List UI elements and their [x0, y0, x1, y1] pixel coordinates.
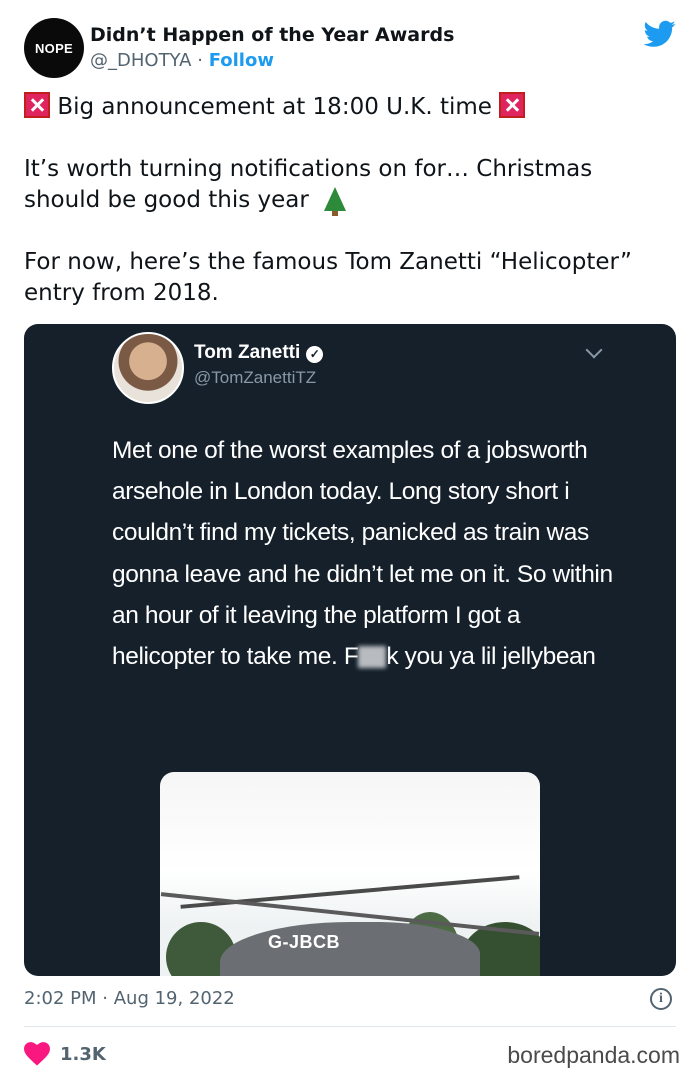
- embedded-handle: @TomZanettiTZ: [194, 368, 317, 387]
- watermark: boredpanda.com: [507, 1042, 680, 1068]
- embedded-avatar: [112, 332, 184, 404]
- embedded-text-after: k you ya lil jellybean: [386, 643, 596, 671]
- christmas-tree-icon: [324, 187, 347, 216]
- notifications-text: It’s worth turning notifications on for……: [24, 156, 593, 213]
- embedded-display-name: Tom Zanetti ✓: [194, 342, 324, 364]
- verified-badge-icon: ✓: [306, 346, 324, 363]
- tweet-date: Aug 19, 2022: [113, 988, 235, 1009]
- twitter-bird-icon[interactable]: [644, 20, 676, 48]
- tweet-line-announcement: Big announcement at 18:00 U.K. time: [24, 92, 674, 123]
- like-button[interactable]: 1.3K: [24, 1040, 106, 1068]
- siren-icon: [24, 92, 50, 118]
- censor-blur: [358, 646, 387, 669]
- account-handle[interactable]: @_DHOTYA: [90, 50, 191, 71]
- separator-dot: ·: [102, 988, 108, 1009]
- tweet-header: NOPE Didn’t Happen of the Year Awards @_…: [24, 18, 684, 80]
- tweet-body: Big announcement at 18:00 U.K. time It’s…: [24, 92, 674, 309]
- account-avatar[interactable]: NOPE: [24, 18, 84, 78]
- embedded-text-before: Met one of the worst examples of a jobsw…: [112, 437, 613, 671]
- siren-icon: [499, 92, 526, 118]
- like-count: 1.3K: [60, 1043, 106, 1065]
- info-icon[interactable]: i: [650, 988, 672, 1010]
- helicopter-body: [220, 922, 480, 976]
- chevron-down-icon: [585, 341, 603, 359]
- helicopter-photo: G-JBCB: [160, 772, 540, 976]
- heart-icon: [24, 1042, 50, 1066]
- follow-button[interactable]: Follow: [209, 50, 274, 71]
- tweet-timestamp[interactable]: 2:02 PM · Aug 19, 2022: [24, 988, 235, 1009]
- helicopter-rotor: [180, 875, 520, 909]
- announcement-text: Big announcement at 18:00 U.K. time: [57, 94, 492, 120]
- tweet-line-helicopter: For now, here’s the famous Tom Zanetti “…: [24, 249, 632, 306]
- embedded-name-text: Tom Zanetti: [194, 342, 301, 363]
- tweet-time: 2:02 PM: [24, 988, 97, 1009]
- embedded-tweet-text: Met one of the worst examples of a jobsw…: [112, 430, 622, 677]
- account-handle-row: @_DHOTYA · Follow: [90, 50, 274, 71]
- tweet-line-notifications: It’s worth turning notifications on for……: [24, 154, 674, 216]
- helicopter-registration: G-JBCB: [268, 932, 341, 952]
- account-display-name[interactable]: Didn’t Happen of the Year Awards: [90, 24, 454, 46]
- divider: [24, 1026, 676, 1027]
- embedded-tweet-screenshot[interactable]: Tom Zanetti ✓ @TomZanettiTZ Met one of th…: [24, 324, 676, 976]
- separator-dot: ·: [197, 50, 203, 71]
